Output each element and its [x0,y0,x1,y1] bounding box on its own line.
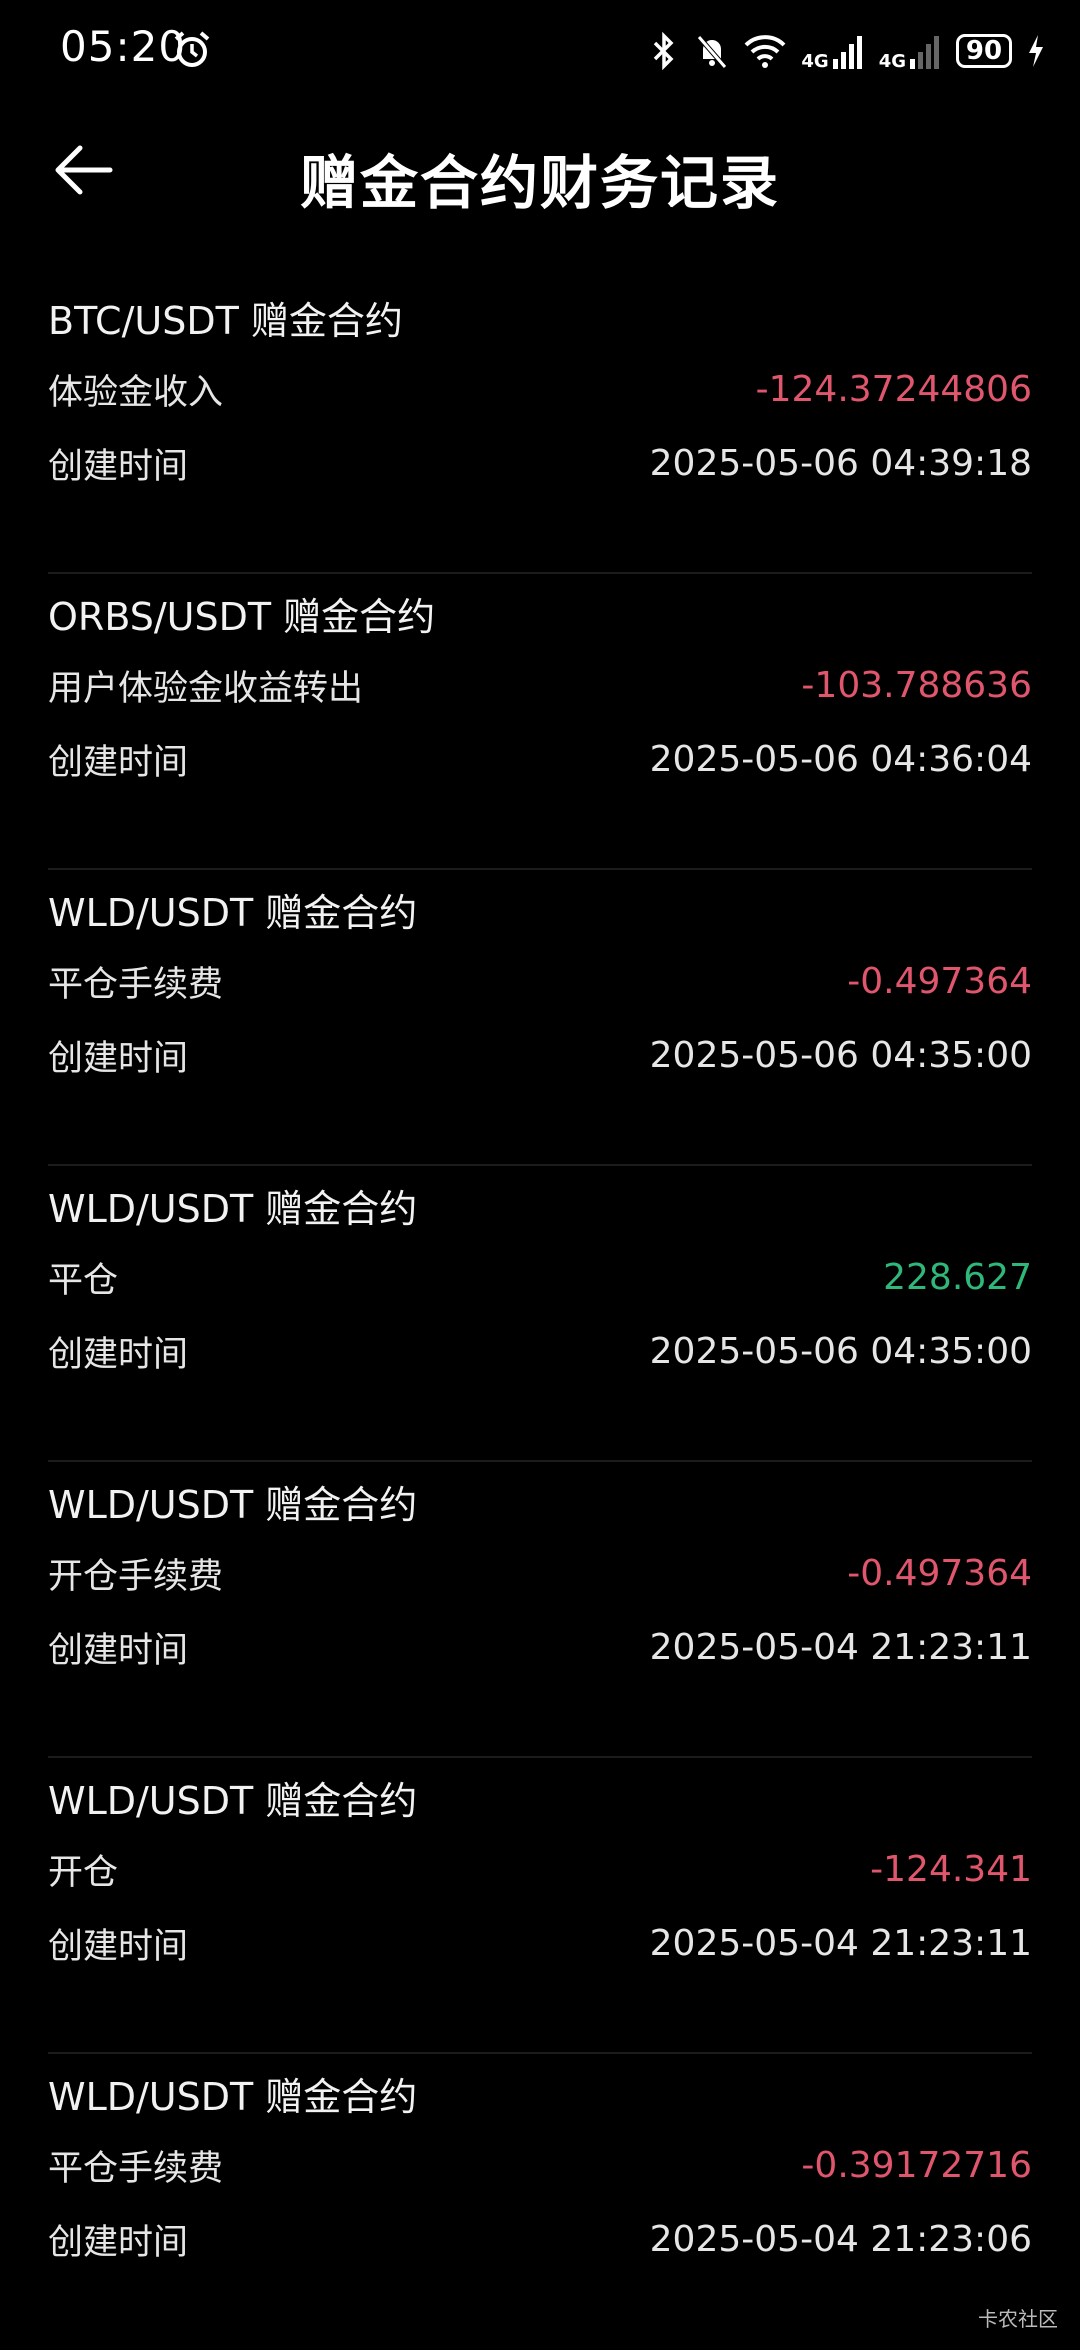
watermark: 卡农社区 [978,2307,1058,2331]
list-item[interactable]: WLD/USDT 赠金合约 平仓手续费 -0.39172716 创建时间 202… [48,2054,1032,2350]
battery-indicator: 90 [956,34,1012,68]
record-type-row: 开仓手续费 -0.497364 [48,1548,1032,1599]
mute-bell-icon [697,35,728,69]
record-type: 开仓 [48,1853,119,1893]
created-time-value: 2025-05-06 04:35:00 [649,1331,1032,1372]
page-title: 赠金合约财务记录 [299,149,780,217]
record-amount: -0.497364 [847,961,1032,1002]
created-time-value: 2025-05-04 21:23:11 [649,1627,1032,1668]
record-amount: -124.341 [870,1849,1032,1890]
created-time-row: 创建时间 2025-05-06 04:39:18 [48,438,1032,489]
created-time-row: 创建时间 2025-05-06 04:36:04 [48,734,1032,785]
list-item[interactable]: WLD/USDT 赠金合约 开仓手续费 -0.497364 创建时间 2025-… [48,1462,1032,1758]
record-type: 开仓手续费 [48,1557,224,1597]
status-time: 05:20 [60,22,187,71]
record-type-row: 用户体验金收益转出 -103.788636 [48,660,1032,711]
list-item[interactable]: WLD/USDT 赠金合约 平仓手续费 -0.497364 创建时间 2025-… [48,870,1032,1166]
list-item[interactable]: ORBS/USDT 赠金合约 用户体验金收益转出 -103.788636 创建时… [48,574,1032,870]
signal-2: 4G [879,31,942,71]
network-type-label: 4G [878,51,906,72]
created-time-value: 2025-05-04 21:23:06 [649,2219,1032,2260]
record-amount: -124.37244806 [755,369,1032,410]
record-type: 平仓手续费 [48,965,224,1005]
record-type-row: 平仓手续费 -0.497364 [48,956,1032,1007]
contract-title: BTC/USDT 赠金合约 [48,299,403,343]
record-type-row: 开仓 -124.341 [48,1844,1032,1895]
list-item[interactable]: WLD/USDT 赠金合约 开仓 -124.341 创建时间 2025-05-0… [48,1758,1032,2054]
charging-icon [1029,35,1043,67]
created-time-row: 创建时间 2025-05-04 21:23:11 [48,1622,1032,1673]
bluetooth-icon [654,31,674,71]
record-amount: 228.627 [883,1257,1032,1298]
created-time-label: 创建时间 [48,1631,189,1671]
contract-title: ORBS/USDT 赠金合约 [48,595,436,639]
contract-title: WLD/USDT 赠金合约 [48,2075,418,2119]
created-time-label: 创建时间 [48,743,189,783]
finance-record-list: BTC/USDT 赠金合约 体验金收入 -124.37244806 创建时间 2… [48,278,1032,2350]
record-type-row: 平仓 228.627 [48,1252,1032,1303]
record-amount: -103.788636 [801,665,1032,706]
record-type-row: 体验金收入 -124.37244806 [48,364,1032,415]
created-time-value: 2025-05-04 21:23:11 [649,1923,1032,1964]
created-time-label: 创建时间 [48,2223,189,2263]
created-time-row: 创建时间 2025-05-04 21:23:06 [48,2214,1032,2265]
created-time-label: 创建时间 [48,1335,189,1375]
created-time-row: 创建时间 2025-05-06 04:35:00 [48,1326,1032,1377]
created-time-label: 创建时间 [48,1039,189,1079]
created-time-row: 创建时间 2025-05-06 04:35:00 [48,1030,1032,1081]
record-type: 体验金收入 [48,373,224,413]
list-item[interactable]: WLD/USDT 赠金合约 平仓 228.627 创建时间 2025-05-06… [48,1166,1032,1462]
record-type-row: 平仓手续费 -0.39172716 [48,2140,1032,2191]
created-time-row: 创建时间 2025-05-04 21:23:11 [48,1918,1032,1969]
created-time-value: 2025-05-06 04:39:18 [649,443,1032,484]
status-icons: 4G 4G 90 [647,28,1046,74]
record-type: 平仓手续费 [48,2149,224,2189]
app-bar: 赠金合约财务记录 [0,120,1080,220]
created-time-value: 2025-05-06 04:35:00 [649,1035,1032,1076]
contract-title: WLD/USDT 赠金合约 [48,1779,418,1823]
status-bar: 05:20 4G 4G 90 [0,0,1080,100]
created-time-label: 创建时间 [48,1927,189,1967]
signal-1: 4G [801,31,864,71]
contract-title: WLD/USDT 赠金合约 [48,1483,418,1527]
list-item[interactable]: BTC/USDT 赠金合约 体验金收入 -124.37244806 创建时间 2… [48,278,1032,574]
record-type: 用户体验金收益转出 [48,669,364,709]
record-amount: -0.497364 [847,1553,1032,1594]
battery-level: 90 [965,36,1003,66]
alarm-icon [174,31,210,67]
record-type: 平仓 [48,1261,119,1301]
signal-strength-icon [832,36,862,69]
created-time-label: 创建时间 [48,447,189,487]
wifi-icon [744,35,786,68]
contract-title: WLD/USDT 赠金合约 [48,1187,418,1231]
signal-strength-icon [910,36,939,69]
record-amount: -0.39172716 [801,2145,1032,2186]
contract-title: WLD/USDT 赠金合约 [48,891,418,935]
network-type-label: 4G [801,51,829,72]
created-time-value: 2025-05-06 04:36:04 [649,739,1032,780]
